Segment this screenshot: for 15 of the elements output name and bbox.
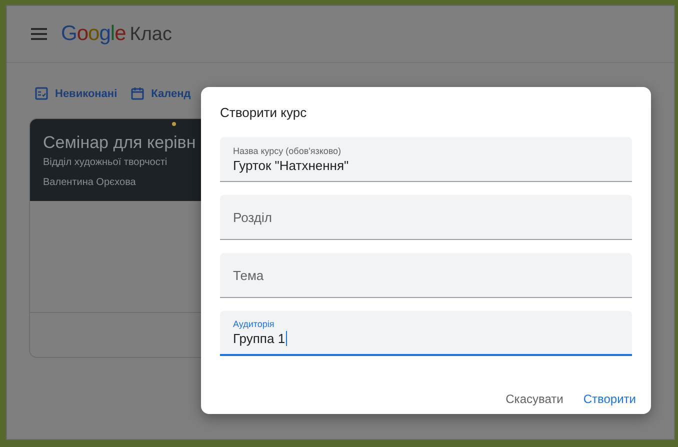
course-title: Семінар для керівн: [43, 133, 197, 153]
input-field[interactable]: Тема: [220, 253, 632, 298]
app-logo: Google Клас: [61, 22, 172, 46]
cancel-button[interactable]: Скасувати: [498, 386, 572, 412]
create-button[interactable]: Створити: [575, 386, 644, 412]
course-section: Відділ художньої творчості: [43, 157, 220, 168]
input-field[interactable]: Назва курсу (обов'язково) Гурток "Натхнення": [220, 137, 632, 182]
input-field[interactable]: Розділ: [220, 195, 632, 240]
dialog-title: Створити курс: [220, 105, 308, 120]
dot-icon: [172, 122, 176, 126]
checklist-icon: [35, 87, 48, 100]
input-field[interactable]: Аудиторія Группа 1: [220, 311, 632, 356]
menu-icon[interactable]: [31, 28, 47, 40]
calendar-icon: [131, 87, 144, 100]
teacher-name: Валентина Орєхова: [43, 177, 137, 188]
